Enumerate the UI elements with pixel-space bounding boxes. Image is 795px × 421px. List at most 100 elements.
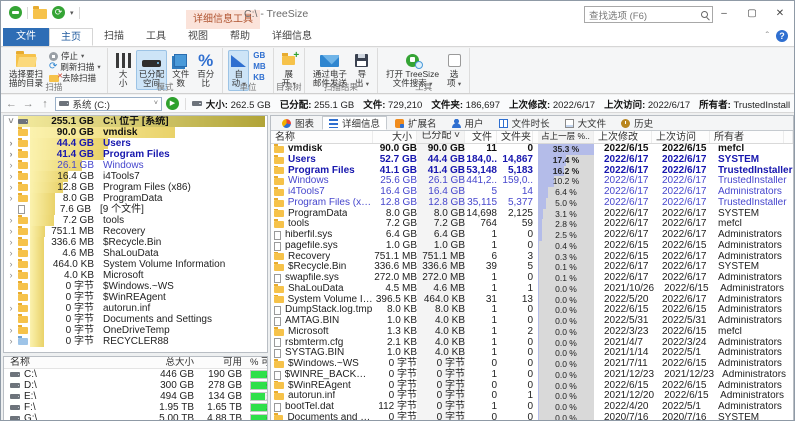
tree-item[interactable]: 0 字节 Documents and Settings xyxy=(4,314,267,325)
open-folder-icon[interactable] xyxy=(33,5,47,19)
column-header-大小[interactable]: 大小 xyxy=(373,131,417,143)
free-percent-label: 85 % xyxy=(251,403,267,414)
column-header-占上一层 %..[interactable]: 占上一层 %.. xyxy=(538,131,594,143)
maximize-button[interactable]: ▢ xyxy=(738,1,766,27)
details-tab-详细信息[interactable]: 详细信息 xyxy=(322,116,388,130)
cell-accessed: 2022/6/17 xyxy=(662,196,707,208)
drive-row[interactable]: G:\ 5.00 TB 4.88 TB 98 % xyxy=(4,413,267,420)
collapse-ribbon-icon[interactable]: ˆ xyxy=(766,31,769,42)
tab-主页[interactable]: 主页 xyxy=(49,28,93,46)
table-row[interactable]: Users 52.7 GB 44.4 GB 184,0.. 14,867 17.4 % 20… xyxy=(271,154,793,166)
details-tab-历史[interactable]: 历史 xyxy=(614,116,660,130)
ribbon-button-刷新扫描[interactable]: ⟳ 刷新扫描 ▾ xyxy=(47,62,103,73)
summary-label: 上次修改: xyxy=(509,99,553,111)
table-row[interactable]: pagefile.sys 1.0 GB 1.0 GB 1 0 0.4 % 2022/6/15… xyxy=(271,240,793,252)
table-row[interactable]: Program Files (x86) 12.8 GB 12.8 GB 35,115 5… xyxy=(271,196,793,209)
drive-icon xyxy=(18,119,28,124)
back-button[interactable]: ← xyxy=(5,98,18,110)
tree-item[interactable]: › 4.0 KB Microsoft xyxy=(4,270,267,281)
drive-row[interactable]: F:\ 1.95 TB 1.65 TB 85 % xyxy=(4,402,267,413)
folder-icon xyxy=(18,237,28,246)
tree-item[interactable]: › 0 字节 autorun.inf xyxy=(4,303,267,314)
tab-扫描[interactable]: 扫描 xyxy=(93,28,135,46)
details-table-header: 名称 大小 已分配 ˅ 文件 文件夹 占上一层 %.. 上次修改 上次访问 所有者 xyxy=(271,131,793,144)
tree-item[interactable]: › 751.1 MB Recovery xyxy=(4,226,267,237)
summary-item: 已分配: 255.1 GB xyxy=(280,97,354,111)
tree-root-item[interactable]: ˅ 255.1 GB C:\ 位于 [系统] xyxy=(4,116,267,127)
tree-item[interactable]: › 41.4 GB Program Files xyxy=(4,149,267,160)
tab-视图[interactable]: 视图 xyxy=(177,28,219,46)
table-row[interactable]: Microsoft 1.3 KB 4.0 KB 1 2 0.0 % 2022/3/23 202… xyxy=(271,326,793,338)
chevron-down-icon[interactable]: ▾ xyxy=(70,9,74,17)
tree-item[interactable]: › 44.4 GB Users xyxy=(4,138,267,149)
collapse-icon: ˅ xyxy=(8,116,14,126)
cell-name: rsbmterm.cfg xyxy=(285,337,344,348)
tab-文件[interactable]: 文件 xyxy=(3,28,49,46)
tree-item[interactable]: 0 字节 $WinREAgent xyxy=(4,292,267,303)
tree-item[interactable]: › 4.6 MB ShaLouData xyxy=(4,248,267,259)
up-button[interactable]: ↑ xyxy=(39,98,52,110)
drive-row[interactable]: C:\ 446 GB 190 GB 43 % xyxy=(4,369,267,380)
details-tab-大文件[interactable]: 大文件 xyxy=(558,116,614,130)
search-input[interactable]: 查找选项 (F6) xyxy=(584,6,713,23)
expand-icon: › xyxy=(9,336,13,346)
table-row[interactable]: $WINRE_BACKUP_.. 0 字节 0 字节 1 0 0.0 % 2021/12/2… xyxy=(271,369,793,381)
tree-item-size: 0 字节 xyxy=(65,314,94,325)
tree-item[interactable]: › 26.1 GB Windows xyxy=(4,160,267,171)
column-header-所有者[interactable]: 所有者 xyxy=(710,131,784,143)
tree-item-size: 44.4 GB xyxy=(56,138,94,149)
tree-item[interactable]: › 0 字节 RECYCLER88 xyxy=(4,336,267,347)
column-header-文件[interactable]: 文件 xyxy=(465,131,497,143)
tree-item[interactable]: 0 字节 $Windows.~WS xyxy=(4,281,267,292)
column-header-文件夹[interactable]: 文件夹 xyxy=(497,131,533,143)
cell-percent-label: 5.0 % xyxy=(555,197,577,208)
refresh-icon[interactable]: ⟳ xyxy=(52,6,65,19)
ribbon-button-停止[interactable]: 停止 ▾ xyxy=(47,51,103,61)
tree-item[interactable]: 90.0 GB vmdisk xyxy=(4,127,267,138)
tree-item[interactable]: › 12.8 GB Program Files (x86) xyxy=(4,182,267,193)
file-icon xyxy=(274,230,281,240)
folder-icon xyxy=(274,412,284,420)
forward-button[interactable]: → xyxy=(22,98,35,110)
help-icon[interactable]: ? xyxy=(776,30,788,42)
tree-item-size: 255.1 GB xyxy=(51,116,94,127)
details-tab-图表[interactable]: 图表 xyxy=(275,116,321,130)
tab-帮助[interactable]: 帮助 xyxy=(219,28,261,46)
column-header-上次修改[interactable]: 上次修改 xyxy=(594,131,652,143)
drive-row[interactable]: E:\ 494 GB 134 GB 27 % xyxy=(4,391,267,402)
folder-icon xyxy=(18,270,28,279)
tab-详细信息[interactable]: 详细信息 xyxy=(261,28,323,46)
summary-item: 大小: 262.5 GB xyxy=(206,97,271,111)
cell-owner: Administrators xyxy=(720,283,784,294)
drive-combobox[interactable]: 系统 (C:) ˅ xyxy=(55,96,162,111)
navigation-bar: ← → ↑ 系统 (C:) ˅ ▶ 大小: 262.5 GB 已分配: 255.1… xyxy=(1,95,794,113)
column-header-已分配[interactable]: 已分配 ˅ xyxy=(417,131,465,143)
tree-item[interactable]: › 0 字节 OneDriveTemp xyxy=(4,325,267,336)
cell-percent-label: 0.0 % xyxy=(555,337,577,348)
tree-item[interactable]: › 8.0 GB ProgramData xyxy=(4,193,267,204)
tree-item[interactable]: › 464.0 KB System Volume Information xyxy=(4,259,267,270)
tree-item[interactable]: 7.6 GB [9 个文件] xyxy=(4,204,267,215)
start-scan-button[interactable]: ▶ xyxy=(165,97,179,110)
minimize-button[interactable]: – xyxy=(710,1,738,27)
column-header-上次访问[interactable]: 上次访问 xyxy=(652,131,710,143)
close-button[interactable]: ✕ xyxy=(766,1,794,27)
cell-modified: 2022/6/17 xyxy=(604,196,649,208)
folder-icon xyxy=(18,149,28,158)
unit-button-GB[interactable]: GB xyxy=(250,50,268,61)
tree-item[interactable]: › 7.2 GB tools xyxy=(4,215,267,226)
tab-工具[interactable]: 工具 xyxy=(135,28,177,46)
tree-item[interactable]: › 16.4 GB i4Tools7 xyxy=(4,171,267,182)
drive-row[interactable]: D:\ 300 GB 278 GB 93 % xyxy=(4,380,267,391)
drive-free: 1.65 TB xyxy=(207,402,242,413)
column-header-名称[interactable]: 名称 xyxy=(271,131,373,143)
ribbon-group-扫描结果: 通过电子 邮件发送导出 ▾ 扫描结果 xyxy=(305,48,378,93)
table-row[interactable]: ShaLouData 4.5 MB 4.6 MB 1 1 0.0 % 2021/10/26 2… xyxy=(271,283,793,295)
table-row[interactable]: Documents and Se.. 0 字节 0 字节 0 0 0.0 % 2020/7/… xyxy=(271,412,793,420)
details-tab-用户[interactable]: 用户 xyxy=(445,116,491,130)
details-tab-文件时长[interactable]: 文件时长 xyxy=(492,116,557,130)
cell-owner: Administrators xyxy=(718,348,782,359)
details-tab-扩展名[interactable]: 扩展名 xyxy=(388,116,444,130)
unit-button-MB[interactable]: MB xyxy=(250,61,268,72)
tree-item[interactable]: › 336.6 MB $Recycle.Bin xyxy=(4,237,267,248)
